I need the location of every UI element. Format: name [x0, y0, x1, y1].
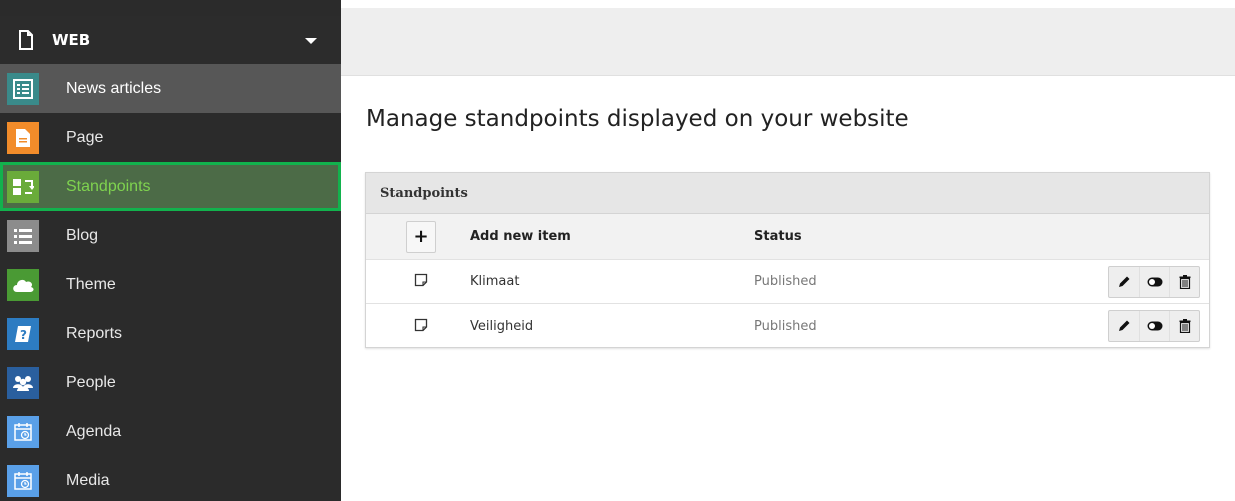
- web-module-label: WEB: [52, 31, 91, 49]
- standpoints-icon: [7, 170, 39, 203]
- list-icon: [7, 72, 39, 105]
- sidebar-item-standpoints[interactable]: Standpoints: [0, 162, 341, 211]
- trash-icon[interactable]: [1169, 311, 1199, 341]
- status-column-header: Status: [754, 229, 802, 244]
- pencil-icon[interactable]: [1109, 311, 1139, 341]
- sidebar-item-blog[interactable]: Blog: [0, 211, 341, 260]
- blog-list-icon: [7, 219, 39, 252]
- sidebar-item-label: People: [66, 373, 116, 391]
- item-title[interactable]: Klimaat: [470, 274, 519, 289]
- toggle-icon[interactable]: [1139, 311, 1169, 341]
- status-text: Published: [754, 274, 817, 289]
- note-icon: [414, 272, 428, 291]
- sidebar-item-label: Blog: [66, 226, 99, 244]
- sidebar-item-people[interactable]: People: [0, 358, 341, 407]
- sidebar-item-news-articles[interactable]: News articles: [0, 64, 341, 113]
- sidebar-item-label: Theme: [66, 275, 116, 293]
- sidebar-item-reports[interactable]: ? Reports: [0, 309, 341, 358]
- page-title: Manage standpoints displayed on your web…: [366, 106, 909, 132]
- sidebar-item-agenda[interactable]: Agenda: [0, 407, 341, 456]
- table-row: Klimaat Published: [366, 260, 1209, 304]
- item-title[interactable]: Veiligheid: [470, 319, 533, 334]
- sidebar-item-label: Reports: [66, 324, 123, 342]
- cloud-icon: [7, 268, 39, 301]
- sidebar-item-label: Media: [66, 471, 110, 489]
- top-bar: [341, 8, 1235, 76]
- chevron-down-icon[interactable]: [305, 38, 317, 44]
- table-row: Veiligheid Published: [366, 304, 1209, 348]
- sidebar-item-media[interactable]: Media: [0, 456, 341, 501]
- add-new-item-label: Add new item: [470, 229, 571, 244]
- note-icon: [414, 317, 428, 336]
- row-actions: [1108, 266, 1200, 298]
- standpoints-panel: Standpoints + Add new item Status Klimaa…: [365, 172, 1210, 348]
- sidebar: WEB News articles Page Standpoints Blog …: [0, 0, 341, 501]
- reports-icon: ?: [7, 317, 39, 350]
- sidebar-item-label: Agenda: [66, 422, 122, 440]
- calendar-icon: [7, 464, 39, 497]
- sidebar-item-theme[interactable]: Theme: [0, 260, 341, 309]
- web-module-header[interactable]: WEB: [0, 16, 341, 64]
- sidebar-menu: News articles Page Standpoints Blog Them…: [0, 64, 341, 501]
- status-text: Published: [754, 318, 817, 334]
- pencil-icon[interactable]: [1109, 267, 1139, 297]
- table-header-row: + Add new item Status: [366, 214, 1209, 260]
- page-icon: [7, 121, 39, 154]
- sidebar-item-label: Page: [66, 128, 104, 146]
- sidebar-item-label: News articles: [66, 79, 162, 97]
- panel-heading: Standpoints: [366, 173, 1209, 214]
- calendar-icon: [7, 415, 39, 448]
- row-actions: [1108, 310, 1200, 342]
- sidebar-item-page[interactable]: Page: [0, 113, 341, 162]
- add-new-item-button[interactable]: +: [406, 220, 436, 253]
- people-icon: [7, 366, 39, 399]
- sidebar-item-label: Standpoints: [66, 177, 151, 195]
- svg-text:?: ?: [20, 328, 27, 342]
- toggle-icon[interactable]: [1139, 267, 1169, 297]
- trash-icon[interactable]: [1169, 267, 1199, 297]
- document-icon: [0, 30, 52, 50]
